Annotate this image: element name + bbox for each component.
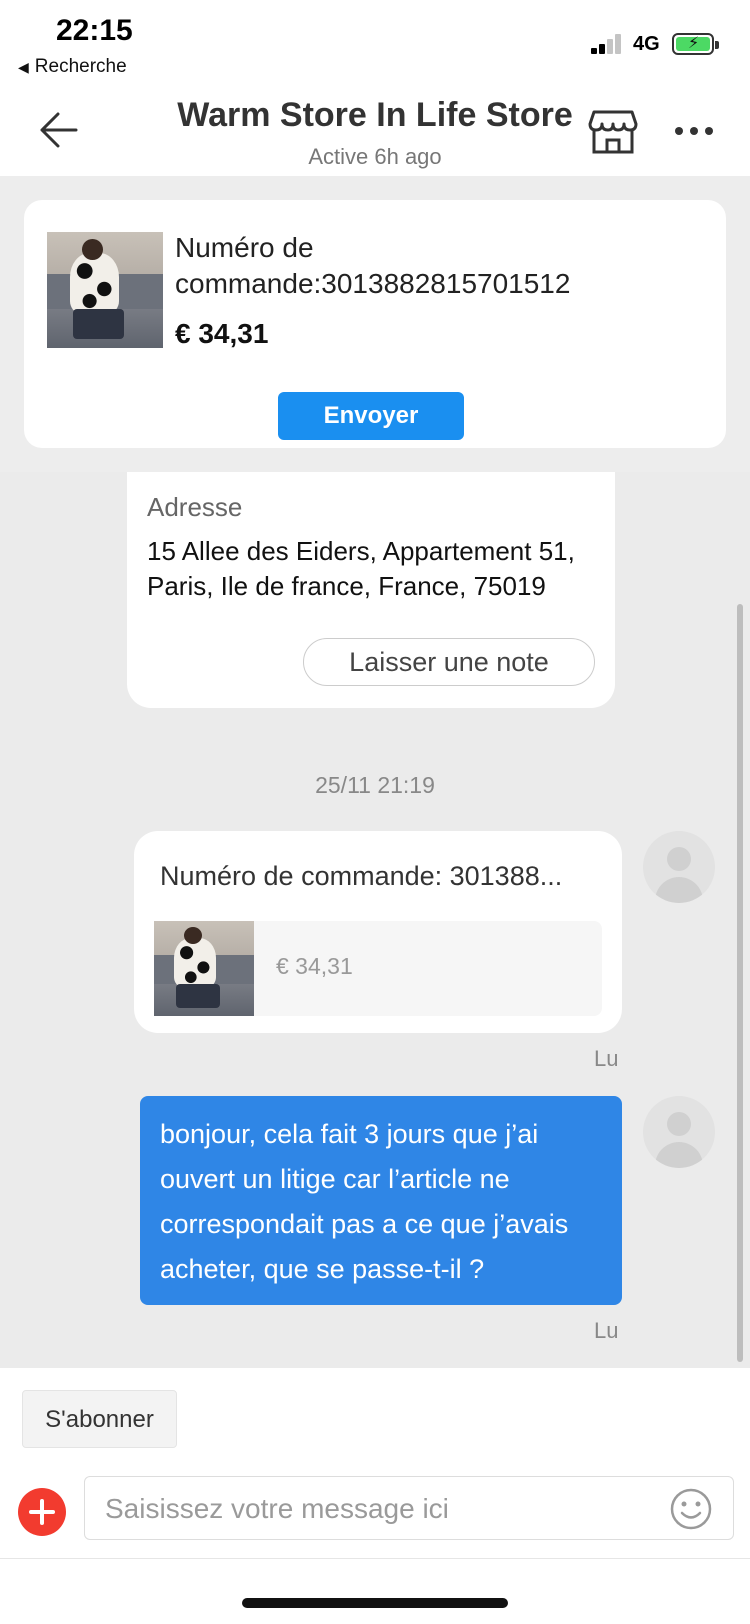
sent-message-text: bonjour, cela fait 3 jours que j’ai ouve… [160, 1119, 569, 1284]
user-avatar [643, 831, 715, 903]
back-to-app-link[interactable]: ◀ Recherche [18, 56, 127, 78]
chat-scrollbar[interactable] [737, 604, 743, 1362]
plus-icon[interactable] [18, 1488, 66, 1536]
message-input-placeholder: Saisissez votre message ici [105, 1493, 449, 1524]
leave-note-button[interactable]: Laisser une note [303, 638, 595, 686]
battery-charging-icon: ⚡ [672, 33, 719, 55]
top-bar: 22:15 ◀ Recherche 4G ⚡ Warm Store In Life… [0, 0, 750, 176]
sent-message-bubble[interactable]: bonjour, cela fait 3 jours que j’ai ouve… [140, 1096, 622, 1305]
signal-icon [591, 34, 625, 54]
send-order-button[interactable]: Envoyer [278, 392, 464, 440]
emoji-icon[interactable] [669, 1487, 713, 1531]
product-thumbnail[interactable] [47, 232, 163, 348]
chat-timestamp: 25/11 21:19 [315, 772, 435, 798]
back-to-app-label: Recherche [34, 56, 127, 77]
order-message-product[interactable]: € 34,31 [154, 921, 602, 1016]
more-icon[interactable] [674, 124, 714, 138]
order-message-bubble[interactable]: Numéro de commande: 301388... € 34,31 [134, 831, 622, 1033]
divider [0, 1558, 750, 1559]
address-label: Adresse [147, 492, 243, 522]
bottom-bar: S'abonner Saisissez votre message ici [0, 1368, 750, 1624]
message-input[interactable]: Saisissez votre message ici [84, 1476, 734, 1540]
back-triangle-icon: ◀ [18, 59, 29, 75]
read-status: Lu [594, 1046, 619, 1071]
order-number: Numéro de commande:3013882815701512 [175, 232, 571, 299]
order-card: Numéro de commande:3013882815701512 € 34… [24, 200, 726, 448]
network-type: 4G [633, 33, 660, 55]
status-time: 22:15 [56, 14, 133, 47]
order-banner: Numéro de commande:3013882815701512 € 34… [0, 176, 750, 472]
order-message-title: Numéro de commande: 301388... [160, 861, 563, 891]
order-message-price: € 34,31 [276, 953, 353, 979]
product-thumbnail [154, 921, 254, 1016]
read-status: Lu [594, 1318, 619, 1343]
subscribe-button[interactable]: S'abonner [22, 1390, 177, 1448]
order-price: € 34,31 [175, 318, 269, 349]
shipping-address-card: Adresse 15 Allee des Eiders, Appartement… [127, 440, 615, 708]
user-avatar [643, 1096, 715, 1168]
home-indicator[interactable] [242, 1598, 508, 1608]
address-text: 15 Allee des Eiders, Appartement 51, Par… [147, 536, 575, 601]
store-icon[interactable] [588, 108, 638, 156]
